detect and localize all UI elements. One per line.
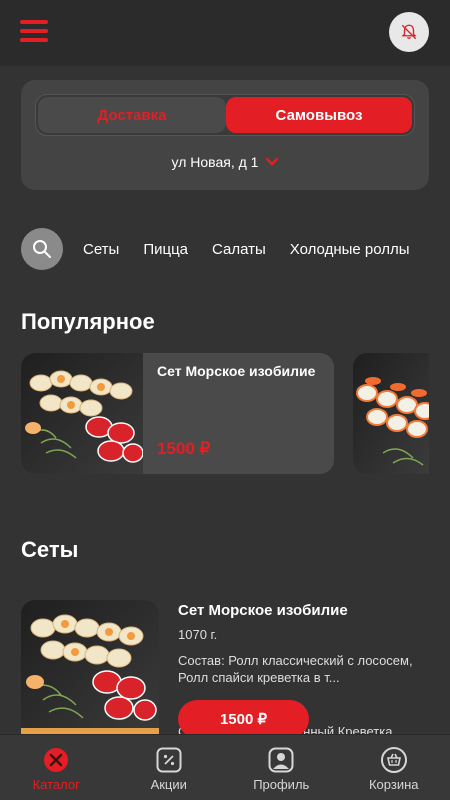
product-item[interactable]: Сет Морское изобилие 1070 г. Состав: Рол… bbox=[21, 600, 431, 740]
sushi-set-image bbox=[21, 600, 159, 740]
notifications-button[interactable] bbox=[389, 12, 429, 52]
product-name: Сет Морское изобилие bbox=[178, 602, 348, 619]
discount-icon bbox=[156, 747, 182, 773]
tab-catalog[interactable]: Каталог bbox=[0, 735, 113, 800]
bell-off-icon bbox=[401, 24, 417, 40]
product-description: Состав: Ролл классический с лососем, Рол… bbox=[178, 653, 413, 685]
product-name: Сет Морское изобилие bbox=[157, 363, 316, 379]
profile-icon bbox=[268, 747, 294, 773]
sets-title: Сеты bbox=[21, 537, 79, 562]
search-icon bbox=[33, 240, 51, 258]
basket-icon bbox=[380, 747, 407, 773]
delivery-card: Доставка Самовывоз ул Новая, д 1 bbox=[21, 80, 429, 190]
hamburger-icon[interactable] bbox=[20, 18, 48, 44]
address-selector[interactable]: ул Новая, д 1 bbox=[21, 154, 429, 170]
top-bar bbox=[0, 0, 450, 66]
tab-promotions-label: Акции bbox=[150, 777, 187, 792]
product-price: 1500 ₽ bbox=[157, 439, 211, 458]
bottom-tab-bar: Каталог Акции Профиль Корзина bbox=[0, 734, 450, 800]
tab-cart[interactable]: Корзина bbox=[338, 735, 450, 800]
popular-title: Популярное bbox=[21, 309, 155, 334]
category-sets[interactable]: Сеты bbox=[83, 241, 119, 258]
tab-profile-label: Профиль bbox=[253, 777, 310, 792]
category-pizza[interactable]: Пицца bbox=[143, 241, 188, 258]
tab-delivery[interactable]: Доставка bbox=[38, 97, 226, 133]
sushi-set-image bbox=[21, 353, 143, 474]
product-image bbox=[21, 600, 159, 740]
tab-promotions[interactable]: Акции bbox=[113, 735, 226, 800]
popular-card-next[interactable] bbox=[353, 353, 429, 474]
tab-cart-label: Корзина bbox=[368, 777, 419, 792]
add-to-cart-button[interactable]: 1500 ₽ bbox=[178, 700, 309, 738]
catalog-icon bbox=[44, 748, 69, 772]
tab-pickup[interactable]: Самовывоз bbox=[226, 97, 412, 133]
category-salads[interactable]: Салаты bbox=[212, 241, 266, 258]
address-text: ул Новая, д 1 bbox=[171, 154, 259, 170]
tab-profile[interactable]: Профиль bbox=[225, 735, 338, 800]
search-button[interactable] bbox=[21, 228, 63, 270]
delivery-mode-switch: Доставка Самовывоз bbox=[35, 94, 415, 136]
chevron-down-icon bbox=[266, 158, 279, 166]
sushi-set-image bbox=[353, 353, 429, 474]
category-cold-rolls[interactable]: Холодные роллы bbox=[290, 241, 410, 258]
tab-catalog-label: Каталог bbox=[32, 777, 80, 792]
product-weight: 1070 г. bbox=[178, 627, 218, 642]
category-bar: Сеты Пицца Салаты Холодные роллы bbox=[21, 228, 450, 270]
popular-card[interactable]: Сет Морское изобилие 1500 ₽ bbox=[21, 353, 334, 474]
